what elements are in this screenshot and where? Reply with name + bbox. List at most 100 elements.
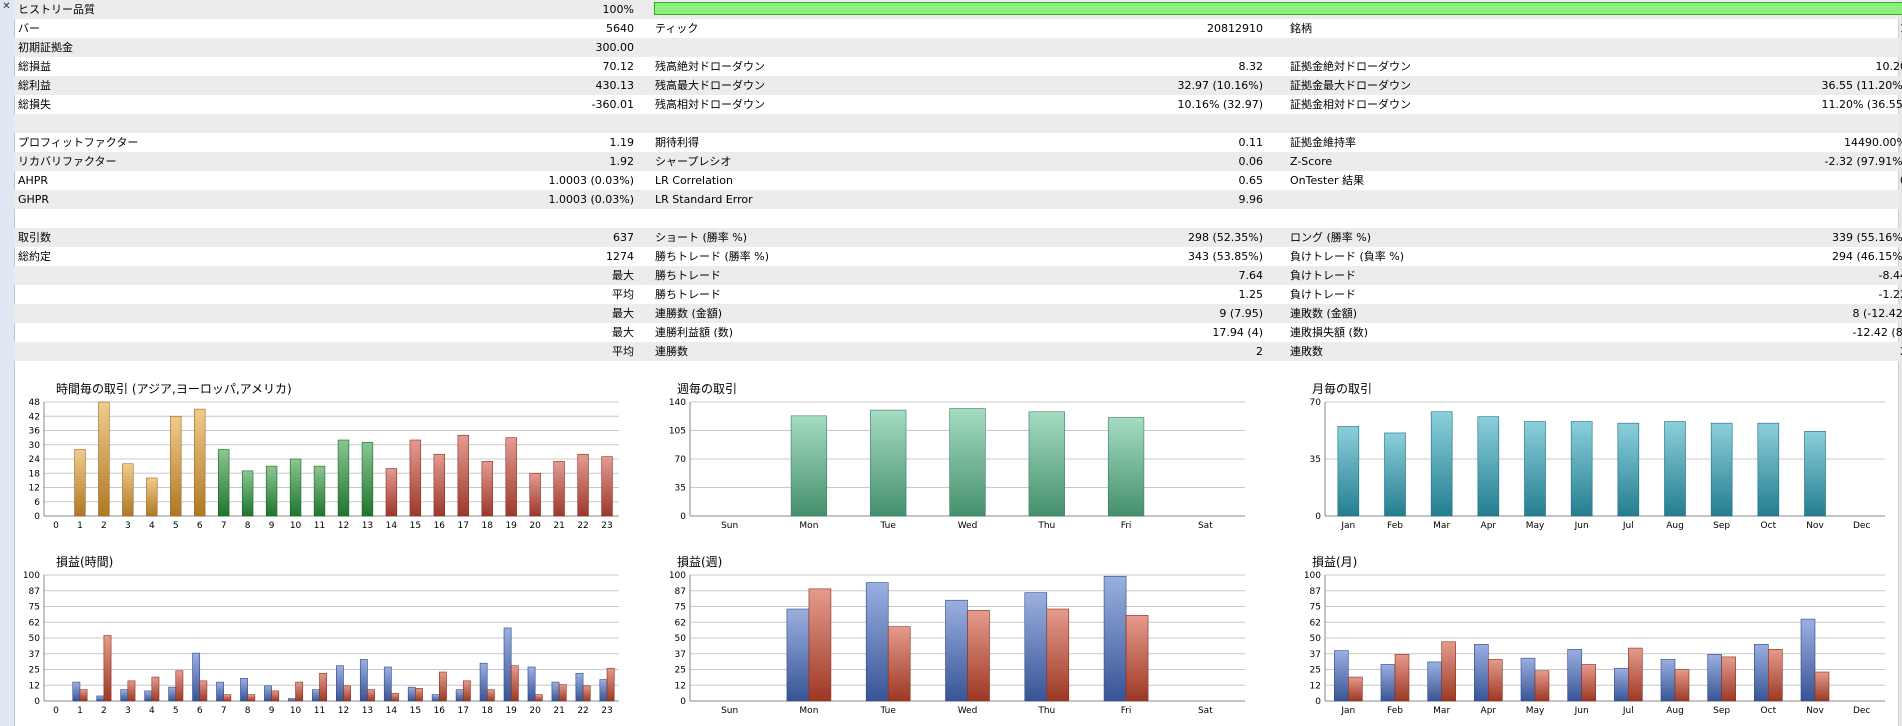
bar-loss: [415, 688, 423, 702]
x-tick-label: 1: [77, 706, 83, 716]
bar: [601, 456, 613, 517]
x-tick-label: Sun: [721, 706, 738, 716]
bar-loss: [808, 588, 832, 702]
x-tick-label: Sep: [1713, 521, 1730, 531]
stat-value: [314, 361, 634, 380]
stat-value: -12.42 (8): [1852, 326, 1902, 339]
x-tick-label: 22: [577, 521, 588, 531]
bar-loss: [462, 680, 471, 702]
close-icon[interactable]: ✕: [1, 1, 12, 12]
bar-loss: [199, 680, 208, 702]
stat-value: [1574, 38, 1902, 57]
y-tick-label: 25: [1310, 666, 1321, 676]
bar-profit: [786, 608, 810, 702]
x-tick-label: Mon: [799, 521, 818, 531]
bar-profit: [312, 689, 320, 702]
stat-label: AHPR: [18, 174, 49, 187]
x-tick-label: Sat: [1198, 521, 1213, 531]
bar: [1664, 421, 1686, 517]
x-tick-label: 3: [125, 706, 131, 716]
x-tick-label: 3: [125, 521, 131, 531]
bar: [1337, 426, 1360, 517]
y-tick-label: 62: [29, 618, 40, 628]
x-tick-label: 12: [338, 521, 349, 531]
stat-value: -8.44: [1878, 269, 1902, 282]
stat-label: 連敗損失額 (数): [1290, 326, 1369, 339]
x-tick-label: 4: [149, 706, 155, 716]
x-tick-label: Apr: [1481, 521, 1497, 531]
x-tick-label: May: [1526, 706, 1545, 716]
y-tick-label: 12: [29, 484, 40, 494]
x-tick-label: Tue: [880, 706, 897, 716]
y-tick-label: 62: [1310, 618, 1321, 628]
stat-label: 連敗数 (金額): [1290, 307, 1358, 320]
stat-value: 298 (52.35%): [1187, 231, 1263, 244]
stat-value: 0.11: [1238, 136, 1264, 149]
x-tick-label: 20: [529, 706, 541, 716]
stat-label: 総利益: [18, 79, 51, 92]
stat-value: [1574, 114, 1902, 133]
stat-label: 残高相対ドローダウン: [655, 98, 765, 111]
stat-label: 総約定: [18, 250, 51, 263]
bar-loss: [439, 671, 447, 702]
stat-value: 8 (-12.42): [1852, 307, 1902, 320]
x-tick-label: Jan: [1340, 706, 1355, 716]
stat-value: 430.13: [595, 79, 635, 92]
y-tick-label: 0: [680, 512, 686, 522]
y-tick-label: 12: [1310, 681, 1321, 691]
stat-label: 残高最大ドローダウン: [655, 79, 765, 92]
bar-profit: [216, 681, 224, 702]
bar-loss: [175, 670, 184, 702]
x-tick-label: Fri: [1121, 521, 1132, 531]
bar: [241, 470, 254, 517]
bar-loss: [1441, 641, 1456, 702]
stat-label: ショート (勝率 %): [655, 231, 748, 244]
hourly-pl-plot: 0122537506275871000 1 2 3 4 5 6 7 8 9 10 11 12 13 14 15…: [23, 571, 619, 716]
stat-label: 証拠金絶対ドローダウン: [1290, 60, 1411, 73]
stat-value: 8.32: [1238, 60, 1264, 73]
bar-profit: [359, 659, 368, 702]
bar-profit: [1380, 664, 1396, 702]
x-tick-label: 13: [362, 521, 373, 531]
y-tick-label: 100: [23, 571, 40, 581]
bar-loss: [295, 681, 304, 702]
x-tick-label: 7: [221, 706, 227, 716]
stat-value: 1.0003 (0.03%): [548, 193, 634, 206]
stat-value: 平均: [612, 288, 634, 301]
x-tick-label: 21: [553, 521, 564, 531]
y-tick-label: 25: [29, 666, 40, 676]
bar: [170, 415, 182, 517]
weekly-trades-plot: 0 35 70 105 140 Sun Mon Tue Wed Thu Fri Sat: [669, 398, 1245, 531]
stat-value: [314, 209, 634, 228]
y-tick-label: 70: [1310, 398, 1322, 408]
y-tick-label: 35: [1310, 455, 1321, 465]
bar: [790, 415, 828, 517]
y-tick-label: 75: [675, 603, 686, 613]
stat-value: 7.64: [1238, 269, 1264, 282]
stats-row: 総利益 430.13 残高最大ドローダウン 32.97 (10.16%) 証拠金最大ドロ…: [14, 76, 1902, 95]
stat-value: 9.96: [1238, 193, 1264, 206]
bar-loss: [271, 690, 280, 702]
bar: [337, 439, 350, 517]
bar-profit: [1334, 650, 1349, 702]
bar: [409, 439, 422, 517]
bar: [1524, 421, 1546, 517]
stats-row: バー 5640 ティック 20812910 銘柄 1: [14, 19, 1902, 38]
y-tick-label: 87: [1310, 587, 1321, 597]
stat-value: [914, 38, 1263, 57]
x-tick-label: 2: [101, 521, 107, 531]
stat-label: 銘柄: [1290, 22, 1312, 35]
bar: [870, 409, 907, 517]
stats-row: 最大 連勝利益額 (数) 17.94 (4) 連敗損失額 (数) -12.42 (8): [14, 323, 1902, 342]
bar-profit: [335, 665, 344, 702]
stat-label: 負けトレード: [1290, 269, 1356, 282]
bar: [553, 461, 565, 517]
stats-row: 総約定 1274 勝ちトレード (勝率 %) 343 (53.85%) 負けトレード (…: [14, 247, 1902, 266]
stat-label: 負けトレード (負率 %): [1290, 250, 1405, 263]
x-tick-label: 9: [269, 706, 275, 716]
stat-label: プロフィットファクター: [18, 136, 139, 149]
x-tick-label: Apr: [1481, 706, 1497, 716]
bar: [385, 468, 398, 517]
x-tick-label: 9: [269, 521, 275, 531]
bar-profit: [383, 666, 392, 702]
